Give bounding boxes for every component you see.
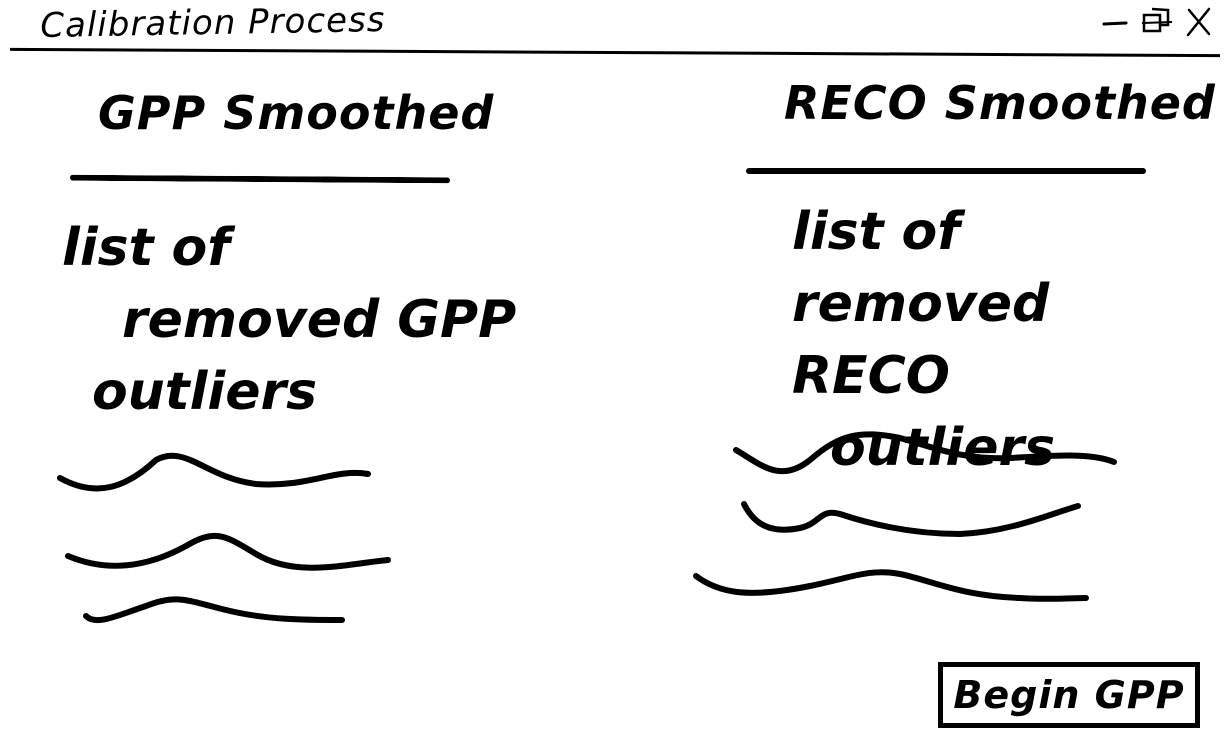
list-item-placeholder xyxy=(733,431,1117,475)
reco-caption-line: list of xyxy=(792,202,960,262)
reco-outlier-list[interactable] xyxy=(690,424,1120,622)
gpp-caption-line: outliers xyxy=(92,362,318,422)
reco-caption-line: removed RECO xyxy=(792,274,1050,406)
list-item[interactable] xyxy=(56,448,396,512)
list-item[interactable] xyxy=(690,424,1120,494)
close-icon xyxy=(1186,7,1211,37)
list-item-placeholder xyxy=(57,452,371,492)
list-item-placeholder xyxy=(65,532,391,571)
list-item[interactable] xyxy=(56,586,396,650)
gpp-caption-line: list of xyxy=(62,218,230,278)
list-item-placeholder xyxy=(83,596,345,624)
window-title: Calibration Process xyxy=(40,0,386,46)
window-controls xyxy=(1097,4,1217,40)
list-item[interactable] xyxy=(690,494,1120,558)
reco-panel-title: RECO Smoothed xyxy=(784,76,1216,130)
restore-icon xyxy=(1141,7,1173,33)
minimize-icon xyxy=(1102,21,1128,26)
close-button[interactable] xyxy=(1181,4,1217,40)
gpp-outlier-list[interactable] xyxy=(56,448,396,650)
gpp-panel-title: GPP Smoothed xyxy=(98,86,495,140)
list-item-placeholder xyxy=(741,501,1081,538)
begin-gpp-button-label: Begin GPP xyxy=(953,673,1185,717)
title-bar-divider xyxy=(10,47,1220,58)
gpp-caption-line: removed GPP xyxy=(122,290,517,350)
begin-gpp-button[interactable]: Begin GPP xyxy=(938,662,1200,728)
list-item-placeholder xyxy=(693,569,1089,602)
restore-button[interactable] xyxy=(1139,4,1175,40)
list-item[interactable] xyxy=(56,512,396,586)
gpp-list-caption: list of removed GPP outliers xyxy=(62,212,522,428)
list-item[interactable] xyxy=(690,558,1120,622)
gpp-title-underline xyxy=(69,174,451,184)
reco-title-underline xyxy=(746,168,1146,174)
minimize-button[interactable] xyxy=(1097,4,1133,40)
